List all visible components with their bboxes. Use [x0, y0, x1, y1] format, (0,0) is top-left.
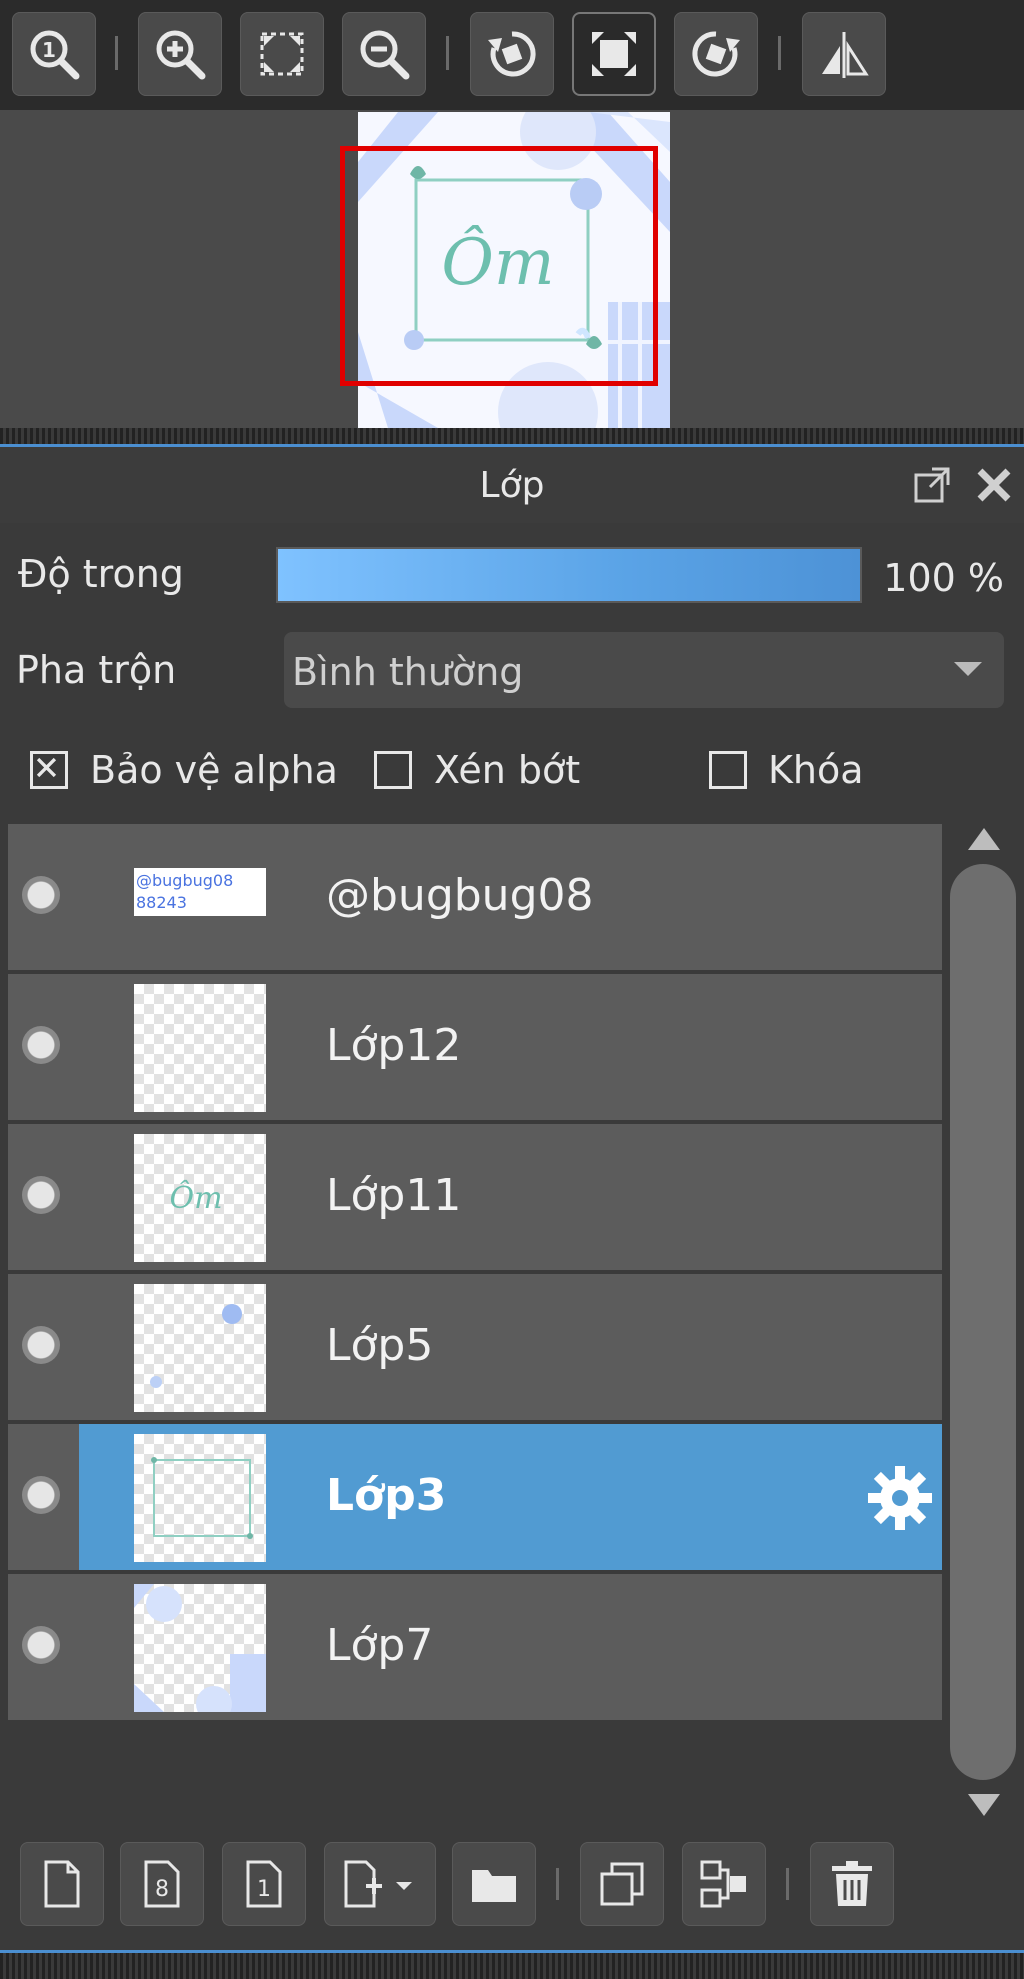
new-folder-icon — [472, 1870, 516, 1902]
layer-thumbnail — [134, 1284, 266, 1412]
add-layer-menu-icon — [344, 1860, 412, 1908]
flip-horizontal-icon — [822, 32, 869, 78]
zoom-out-icon — [360, 30, 410, 80]
thumbnail-art: Ôm — [169, 1180, 222, 1216]
layer-thumbnail — [134, 984, 266, 1112]
thumbnail-art — [150, 1304, 242, 1388]
new-8bit-layer-button[interactable]: 8 — [120, 1842, 204, 1926]
new-layer-button[interactable] — [20, 1842, 104, 1926]
gear-icon[interactable] — [866, 1464, 934, 1532]
visibility-toggle-icon[interactable] — [22, 1176, 60, 1214]
thumbnail-art: @bugbug08 88243 — [134, 868, 266, 916]
lock-label: Khóa — [768, 748, 864, 792]
lock-checkbox[interactable] — [709, 751, 747, 789]
zoom-actual-size-icon: 1 — [30, 30, 80, 80]
rotate-right-icon — [692, 31, 740, 77]
fit-canvas-icon — [592, 32, 636, 76]
opacity-slider-fill — [278, 549, 860, 601]
fit-canvas-button[interactable] — [572, 12, 656, 96]
clipping-checkbox[interactable] — [374, 751, 412, 789]
navigator-viewport-frame[interactable] — [340, 146, 658, 386]
layer-panel-header: Lớp — [0, 447, 1024, 523]
chevron-down-icon — [954, 662, 982, 676]
opacity-slider[interactable] — [276, 547, 862, 603]
layer-name: Lớp3 — [326, 1470, 447, 1521]
zoom-in-icon — [156, 30, 206, 80]
blend-mode-value: Bình thường — [292, 650, 524, 694]
layer-row[interactable]: Ôm Lớp11 — [8, 1124, 942, 1274]
layer-row[interactable]: Lớp7 — [8, 1574, 942, 1724]
new-folder-button[interactable] — [452, 1842, 536, 1926]
delete-layer-icon — [832, 1861, 872, 1906]
layer-row[interactable]: @bugbug08 88243 @bugbug08 — [8, 824, 942, 974]
layer-name: Lớp11 — [326, 1170, 462, 1221]
check-x-icon — [36, 757, 57, 778]
svg-text:1: 1 — [257, 1877, 271, 1902]
svg-text:88243: 88243 — [136, 893, 187, 912]
visibility-toggle-icon[interactable] — [22, 1326, 60, 1364]
zoom-actual-size-button[interactable]: 1 — [12, 12, 96, 96]
flip-horizontal-button[interactable] — [802, 12, 886, 96]
opacity-label: Độ trong — [18, 552, 184, 596]
rotate-left-icon — [488, 31, 536, 77]
svg-text:1: 1 — [42, 38, 56, 62]
protect-alpha-checkbox[interactable] — [30, 751, 68, 789]
layer-row[interactable]: Lớp12 — [8, 974, 942, 1124]
delete-layer-button[interactable] — [810, 1842, 894, 1926]
fit-screen-button[interactable] — [240, 12, 324, 96]
zoom-out-button[interactable] — [342, 12, 426, 96]
layer-thumbnail: Ôm — [134, 1134, 266, 1262]
svg-text:Ôm: Ôm — [169, 1180, 222, 1216]
blend-mode-select[interactable]: Bình thường — [284, 632, 1004, 708]
scroll-up-arrow-icon[interactable] — [968, 828, 1000, 850]
protect-alpha-label: Bảo vệ alpha — [90, 748, 338, 792]
duplicate-layer-icon — [600, 1862, 644, 1906]
opacity-value: 100 % — [883, 556, 1004, 600]
layer-name: Lớp12 — [326, 1020, 462, 1071]
svg-text:8: 8 — [155, 1877, 169, 1902]
close-icon[interactable] — [972, 463, 1016, 507]
scroll-down-arrow-icon[interactable] — [968, 1794, 1000, 1816]
panel-bottom-splitter[interactable] — [0, 1950, 1024, 1979]
layer-name: Lớp7 — [326, 1620, 434, 1671]
fit-screen-icon — [260, 32, 304, 76]
merge-down-button[interactable] — [682, 1842, 766, 1926]
layer-actions-bar: 8 1 — [0, 1830, 1024, 1940]
view-toolbar: 1 — [0, 0, 1024, 110]
add-layer-menu-button[interactable] — [324, 1842, 436, 1926]
thumbnail-art — [151, 1457, 253, 1539]
new-8bit-layer-icon: 8 — [144, 1860, 180, 1908]
layer-thumbnail — [134, 1434, 266, 1562]
duplicate-layer-button[interactable] — [580, 1842, 664, 1926]
scrollbar-thumb[interactable] — [950, 864, 1016, 1780]
new-layer-icon — [44, 1860, 80, 1908]
layer-row-selected[interactable]: Lớp3 — [8, 1424, 942, 1574]
clipping-label: Xén bớt — [434, 748, 581, 792]
layer-name: Lớp5 — [326, 1320, 434, 1371]
layer-name: @bugbug08 — [326, 870, 594, 921]
blend-mode-label: Pha trộn — [16, 648, 177, 692]
visibility-toggle-icon[interactable] — [22, 1026, 60, 1064]
merge-down-icon — [700, 1860, 746, 1908]
svg-text:@bugbug08: @bugbug08 — [136, 871, 233, 890]
rotate-right-button[interactable] — [674, 12, 758, 96]
new-1bit-layer-button[interactable]: 1 — [222, 1842, 306, 1926]
new-1bit-layer-icon: 1 — [246, 1860, 282, 1908]
visibility-toggle-icon[interactable] — [22, 876, 60, 914]
zoom-in-button[interactable] — [138, 12, 222, 96]
layer-thumbnail: @bugbug08 88243 — [134, 868, 266, 916]
panel-splitter[interactable] — [0, 428, 1024, 447]
layer-row[interactable]: Lớp5 — [8, 1274, 942, 1424]
thumbnail-art — [134, 1584, 266, 1712]
visibility-toggle-icon[interactable] — [22, 1626, 60, 1664]
layer-list: @bugbug08 88243 @bugbug08 Lớp12 Ôm Lớp11… — [8, 824, 942, 1724]
popout-icon[interactable] — [910, 463, 954, 507]
layer-thumbnail — [134, 1584, 266, 1712]
navigator-panel: Ôm — [0, 110, 1024, 428]
visibility-toggle-icon[interactable] — [22, 1476, 60, 1514]
rotate-left-button[interactable] — [470, 12, 554, 96]
panel-title: Lớp — [479, 465, 545, 506]
